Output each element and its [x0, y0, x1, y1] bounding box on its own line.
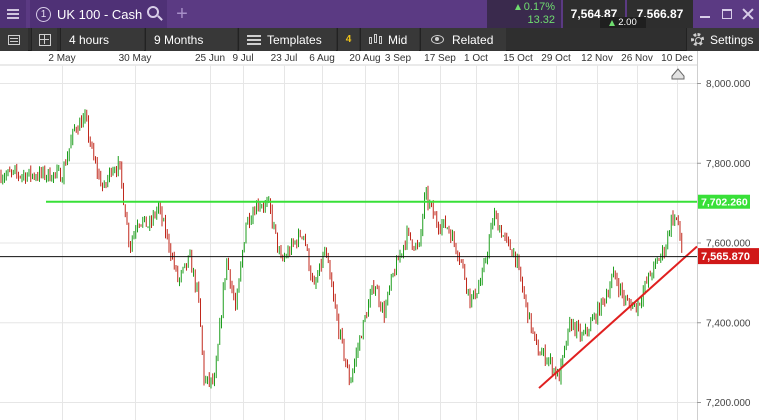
templates-button[interactable]: Templates [238, 28, 336, 51]
close-icon [742, 8, 754, 20]
panel-icon [8, 34, 20, 45]
related-button[interactable]: Related [420, 28, 506, 51]
instrument-name: UK 100 - Cash [57, 6, 143, 22]
x-tick-label: 20 Aug [349, 53, 380, 64]
templates-label: Templates [267, 32, 322, 47]
layout-button[interactable] [31, 28, 57, 51]
interval-selector[interactable]: 4 hours [60, 28, 144, 51]
x-tick-label: 29 Oct [541, 53, 571, 64]
main-menu-button[interactable] [0, 0, 26, 28]
x-tick-label: 12 Nov [581, 53, 613, 64]
y-tick-label: 7,400.000 [706, 318, 751, 329]
up-arrow-icon [609, 19, 616, 26]
instrument-tab[interactable]: 1 UK 100 - Cash [30, 0, 167, 28]
x-tick-label: 17 Sep [424, 53, 456, 64]
price-type-button[interactable]: Mid [360, 28, 419, 51]
panel-toggle-button[interactable] [0, 28, 28, 51]
instrument-number-badge: 1 [36, 6, 51, 22]
chart-svg[interactable]: 2 May 30 May 25 Jun 9 Jul 23 Jul 6 Aug 20 Aug 3… [0, 51, 759, 420]
grid-icon [38, 33, 51, 46]
x-tick-label: 3 Sep [385, 53, 412, 64]
minimize-button[interactable] [694, 0, 716, 28]
x-tick-label: 6 Aug [309, 53, 335, 64]
current-price-label: 7,565.870 [701, 251, 750, 263]
x-tick-label: 25 Jun [195, 53, 225, 64]
add-chart-button[interactable]: + [172, 0, 192, 28]
range-selector[interactable]: 9 Months [145, 28, 237, 51]
x-tick-label: 30 May [119, 53, 152, 64]
gear-icon [691, 33, 704, 46]
candlestick-icon [369, 33, 383, 46]
search-icon[interactable] [147, 6, 159, 18]
spread-badge: 2.00 [600, 17, 646, 28]
x-tick-label: 23 Jul [271, 53, 298, 64]
y-tick-label: 7,800.000 [706, 159, 751, 170]
title-bar: 1 UK 100 - Cash + 0.17% 13.32 7,564.87 7… [0, 0, 759, 28]
change-percent: 0.17% [514, 1, 555, 14]
price-type-label: Mid [388, 32, 408, 47]
settings-label: Settings [710, 32, 754, 47]
x-tick-label: 2 May [48, 53, 75, 64]
price-change-box: 0.17% 13.32 [487, 0, 561, 28]
x-tick-label: 10 Dec [661, 53, 693, 64]
up-arrow-icon [514, 4, 521, 10]
y-tick-label: 7,600.000 [706, 239, 751, 250]
x-tick-label: 15 Oct [503, 53, 533, 64]
templates-count-badge: 4 [337, 28, 359, 51]
plot-background[interactable] [0, 51, 759, 420]
maximize-icon [722, 9, 732, 19]
plus-icon: + [176, 2, 188, 25]
change-points: 13.32 [527, 14, 555, 26]
x-tick-label: 9 Jul [232, 53, 253, 64]
eye-icon [431, 35, 444, 44]
x-tick-label: 26 Nov [621, 53, 653, 64]
price-chart[interactable]: 2 May 30 May 25 Jun 9 Jul 23 Jul 6 Aug 20 Aug 3… [0, 51, 759, 420]
maximize-button[interactable] [716, 0, 738, 28]
minimize-icon [700, 16, 710, 18]
settings-button[interactable]: Settings [686, 28, 759, 51]
chart-toolbar: 4 hours 9 Months Templates 4 Mid Related… [0, 28, 759, 51]
resistance-label: 7,702.260 [701, 197, 748, 209]
sliders-icon [247, 34, 261, 45]
related-label: Related [452, 32, 494, 47]
close-button[interactable] [737, 0, 759, 28]
hamburger-icon [7, 9, 19, 19]
y-tick-label: 8,000.000 [706, 79, 751, 90]
y-tick-label: 7,200.000 [706, 398, 751, 409]
x-tick-label: 1 Oct [464, 53, 488, 64]
